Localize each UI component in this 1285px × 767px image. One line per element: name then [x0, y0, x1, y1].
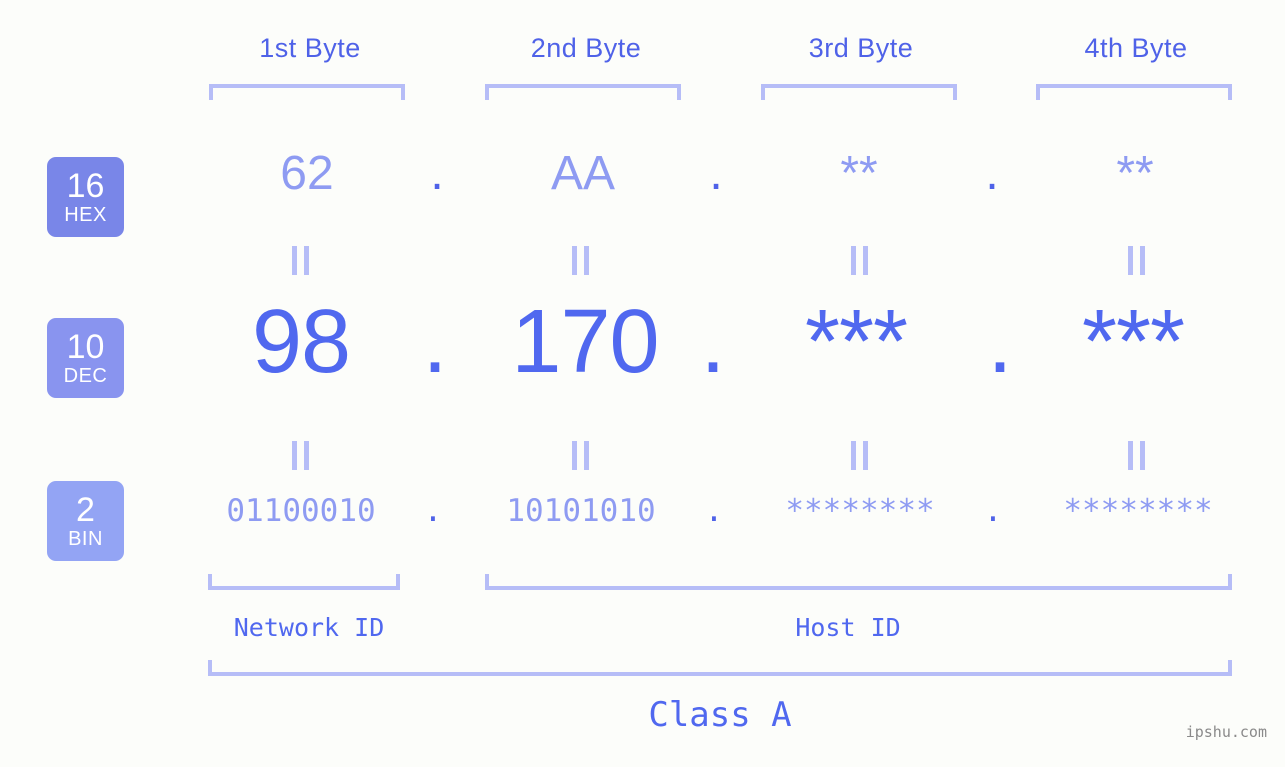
dec-byte-2: 170	[511, 292, 659, 392]
hex-byte-3: **	[840, 147, 878, 200]
base-badge-dec[interactable]: 10 DEC	[47, 318, 124, 398]
equals-connector-hex-dec-1	[180, 246, 420, 275]
byte-bracket-3	[761, 84, 957, 100]
dec-byte-4: ***	[1081, 292, 1185, 392]
dec-byte-1: 98	[251, 292, 351, 392]
bin-byte-3: ********	[785, 493, 935, 529]
hex-byte-1: 62	[280, 147, 334, 200]
base-badge-bin-number: 2	[76, 491, 95, 529]
ip-byte-diagram: 1st Byte 2nd Byte 3rd Byte 4th Byte 16 H…	[0, 0, 1285, 767]
bin-byte-2: 10101010	[506, 493, 656, 529]
class-label: Class A	[648, 695, 792, 735]
host-id-bracket	[485, 574, 1232, 590]
equals-connector-hex-dec-4	[1016, 246, 1256, 275]
base-badge-dec-number: 10	[66, 328, 105, 366]
base-badge-hex-number: 16	[66, 167, 105, 205]
hex-separator-1: .	[430, 147, 444, 200]
equals-connector-hex-dec-2	[460, 246, 700, 275]
dec-separator-2: .	[700, 292, 726, 392]
network-id-bracket	[208, 574, 400, 590]
bin-separator-2: .	[704, 493, 724, 529]
network-id-label: Network ID	[233, 613, 385, 642]
byte-header-4: 4th Byte	[1084, 33, 1188, 63]
hex-separator-3: .	[985, 147, 999, 200]
class-bracket	[208, 660, 1232, 676]
byte-header-1: 1st Byte	[259, 33, 361, 63]
dec-separator-1: .	[422, 292, 448, 392]
byte-bracket-2	[485, 84, 681, 100]
byte-bracket-4	[1036, 84, 1232, 100]
hex-separator-2: .	[709, 147, 723, 200]
equals-connector-dec-bin-4	[1016, 441, 1256, 470]
equals-connector-hex-dec-3	[739, 246, 979, 275]
dec-byte-3: ***	[804, 292, 908, 392]
equals-connector-dec-bin-3	[739, 441, 979, 470]
bin-byte-1: 01100010	[226, 493, 376, 529]
base-badge-dec-name: DEC	[63, 365, 108, 387]
bin-separator-3: .	[983, 493, 1003, 529]
bin-byte-4: ********	[1063, 493, 1213, 529]
base-badge-hex-name: HEX	[64, 204, 107, 226]
base-badge-bin-name: BIN	[68, 528, 103, 550]
equals-connector-dec-bin-1	[180, 441, 420, 470]
base-badge-bin[interactable]: 2 BIN	[47, 481, 124, 561]
site-watermark: ipshu.com	[1185, 723, 1267, 741]
bin-separator-1: .	[423, 493, 443, 529]
hex-byte-4: **	[1116, 147, 1154, 200]
hex-byte-2: AA	[550, 147, 616, 200]
byte-header-3: 3rd Byte	[808, 33, 914, 63]
equals-connector-dec-bin-2	[460, 441, 700, 470]
byte-bracket-1	[209, 84, 405, 100]
host-id-label: Host ID	[795, 613, 901, 642]
byte-header-2: 2nd Byte	[530, 33, 642, 63]
base-badge-hex[interactable]: 16 HEX	[47, 157, 124, 237]
